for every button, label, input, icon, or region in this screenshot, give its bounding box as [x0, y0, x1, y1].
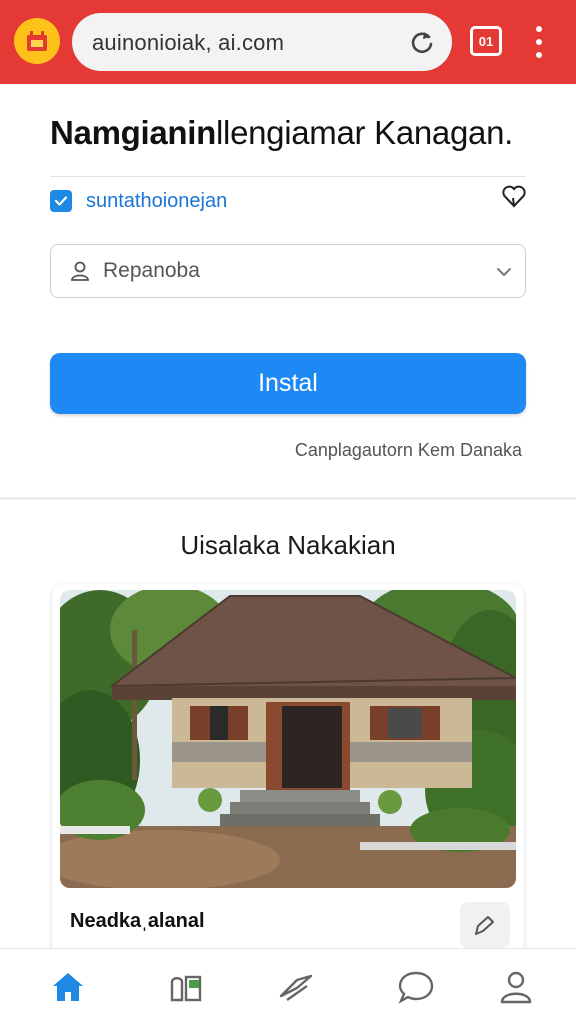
secondary-link[interactable]: Canplagautorn Kem Danaka	[295, 440, 522, 461]
heart-icon[interactable]	[500, 182, 528, 210]
checkbox[interactable]	[50, 190, 72, 212]
divider	[50, 176, 526, 177]
address-bar[interactable]: auinonioiak, ai.com	[72, 13, 452, 71]
explore-icon[interactable]	[276, 967, 316, 1007]
page-title-bold: Namgianin	[50, 114, 216, 151]
home-icon[interactable]	[48, 967, 88, 1007]
page-title-rest: llengiamar Kanagan.	[216, 114, 514, 151]
url-text[interactable]: auinonioiak, ai.com	[92, 30, 284, 56]
library-icon[interactable]	[166, 967, 206, 1007]
house-photo[interactable]	[60, 590, 516, 888]
install-button[interactable]: Instal	[50, 353, 526, 414]
chat-bubble-icon[interactable]	[396, 967, 436, 1007]
section-title: Uisalaka Nakakian	[180, 530, 396, 560]
app-logo-icon[interactable]	[14, 18, 60, 64]
bottom-navigation	[0, 948, 576, 1024]
content-card[interactable]: Neadkaˌalanal	[52, 584, 524, 956]
page-title: Namgianinllengiamar Kanagan.	[50, 114, 540, 152]
profile-icon[interactable]	[496, 967, 536, 1007]
install-button-label: Instal	[258, 369, 318, 397]
reload-icon[interactable]	[408, 28, 436, 56]
chevron-down-icon	[497, 268, 511, 276]
tab-count: 01	[478, 33, 494, 49]
account-select[interactable]: Repanoba	[50, 244, 526, 298]
share-icon[interactable]	[460, 902, 510, 948]
checkbox-label[interactable]: suntathoionejan	[86, 190, 227, 213]
checkbox-row: suntathoionejan	[50, 185, 526, 216]
card-caption: Neadkaˌalanal	[70, 910, 205, 932]
section-divider	[0, 497, 576, 500]
more-vert-icon[interactable]	[528, 26, 550, 58]
select-value: Repanoba	[103, 259, 200, 282]
tabs-icon[interactable]: 01	[470, 26, 502, 56]
browser-toolbar: auinonioiak, ai.com 01	[0, 0, 576, 84]
user-icon	[71, 261, 89, 281]
